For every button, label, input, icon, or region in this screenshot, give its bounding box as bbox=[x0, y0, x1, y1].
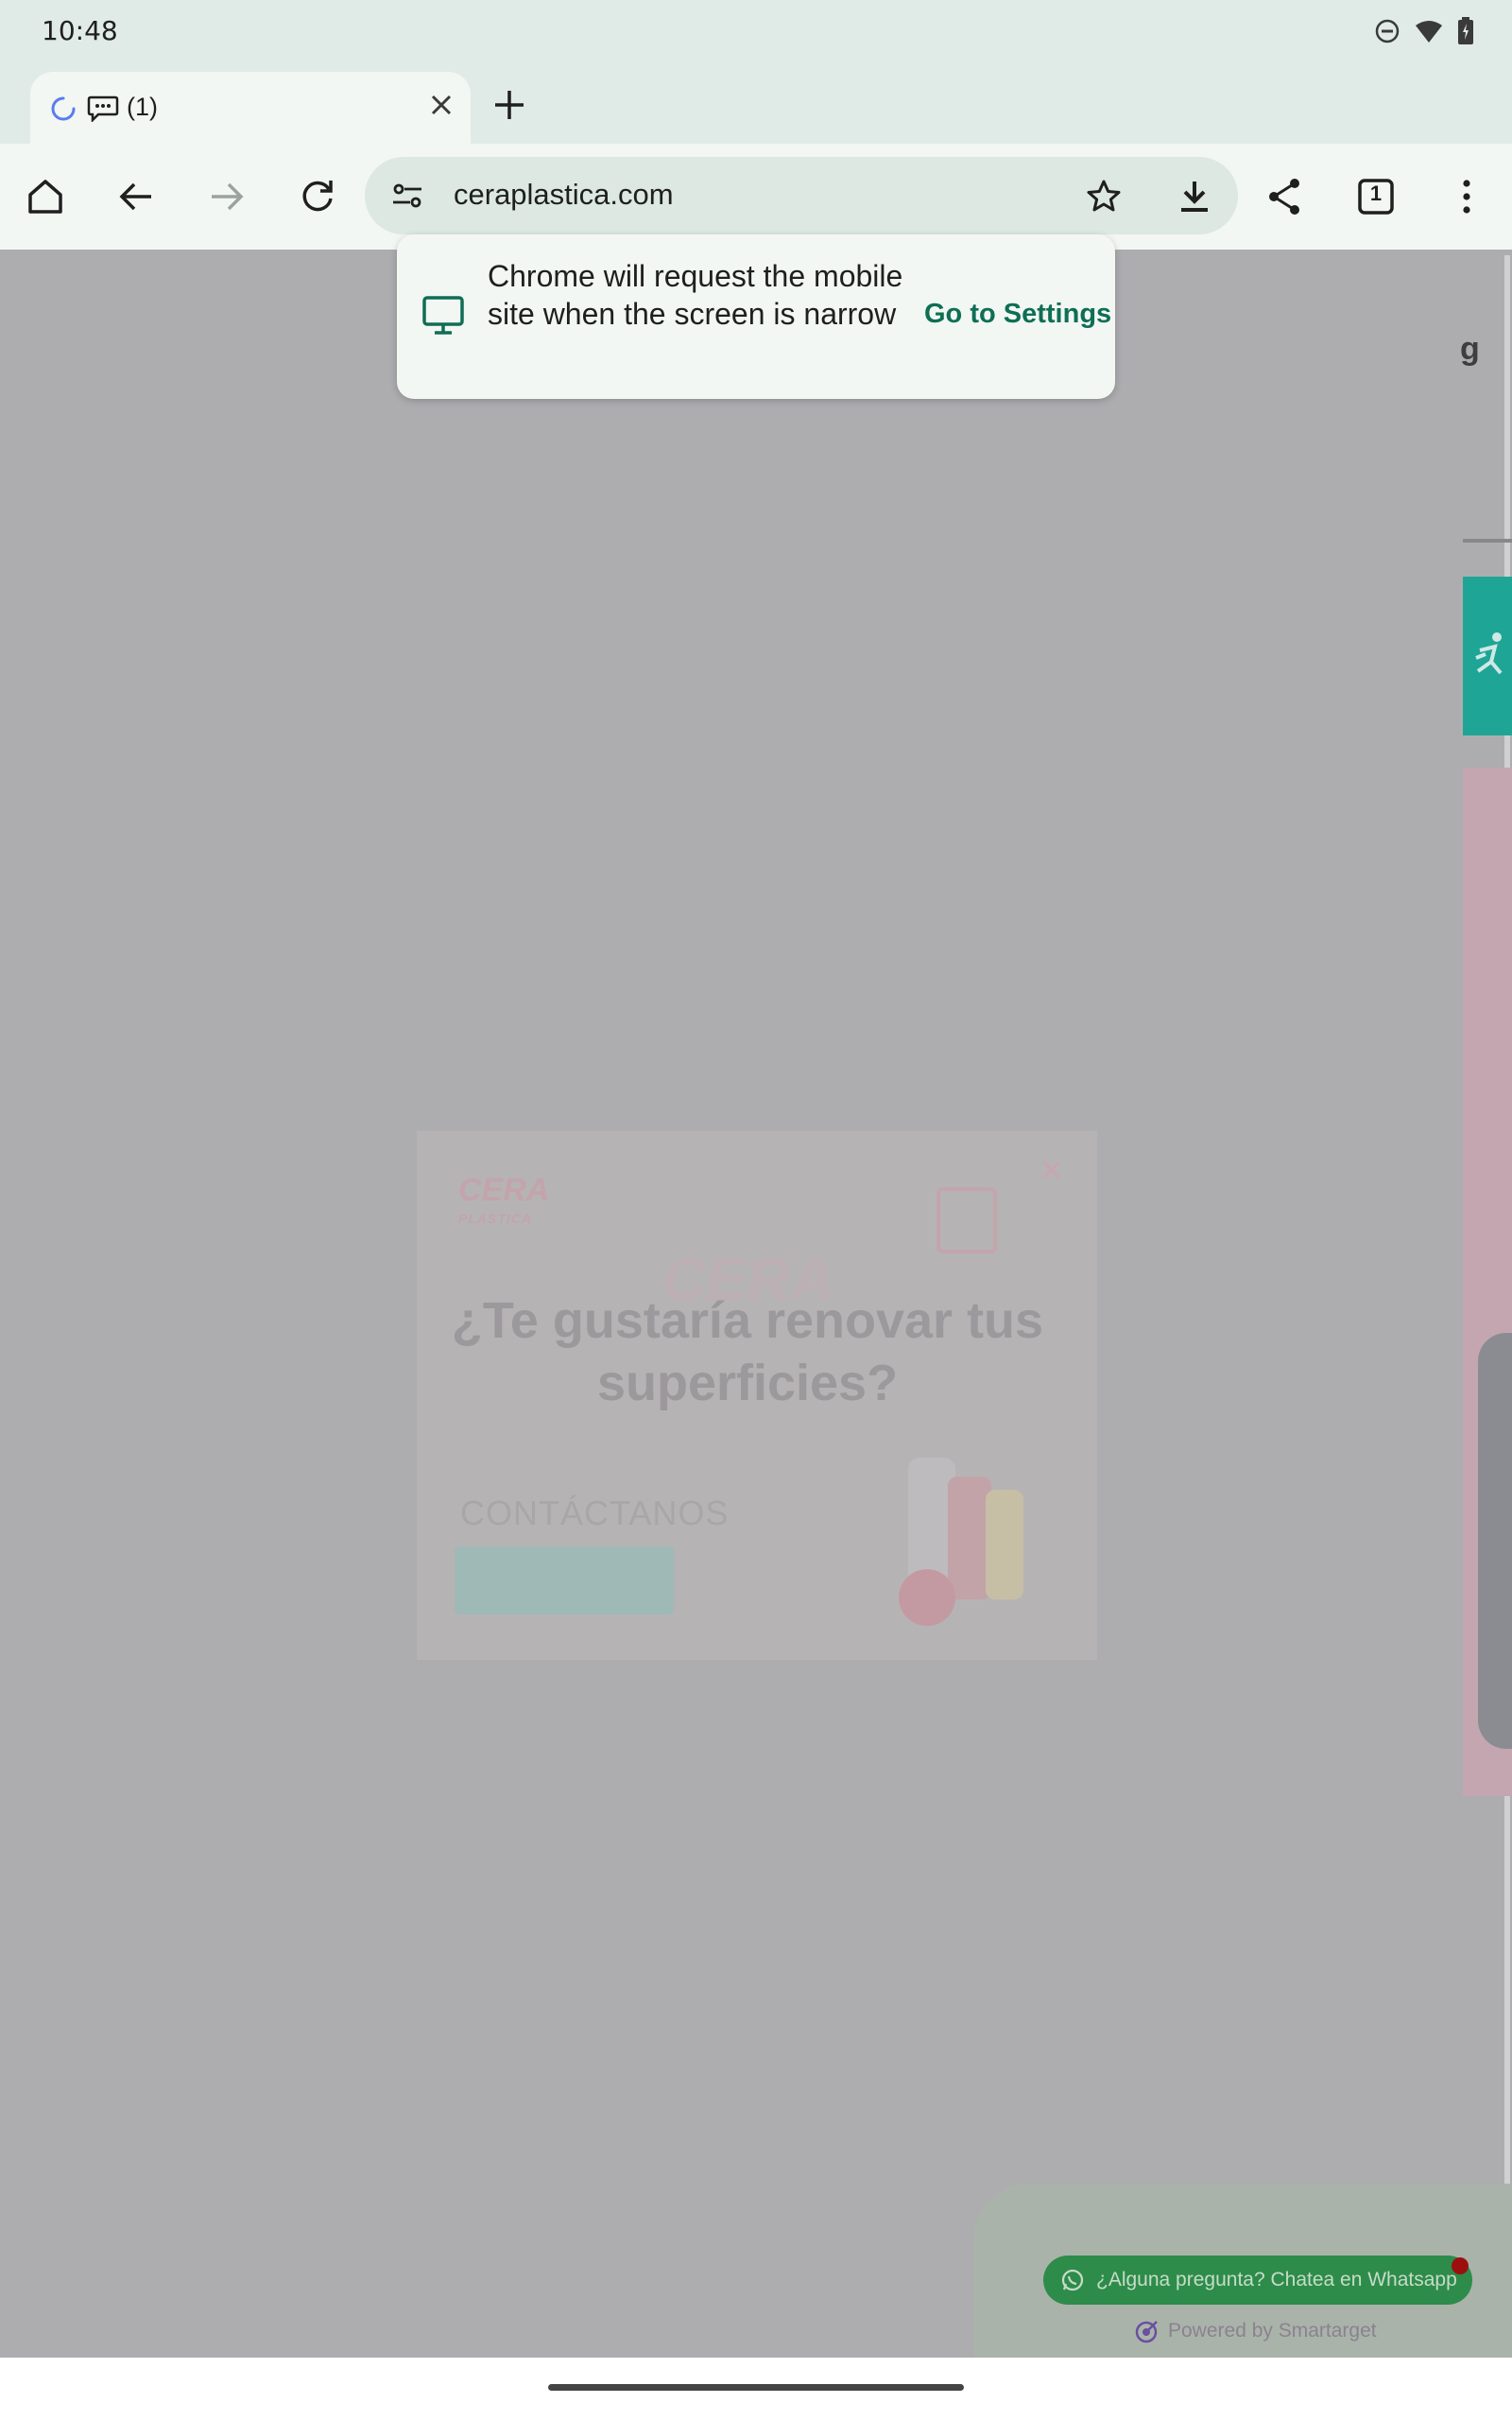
back-button[interactable] bbox=[112, 172, 161, 221]
bubble-message: Chrome will request the mobile site when… bbox=[488, 259, 903, 331]
tab-title: (1) bbox=[87, 93, 158, 122]
whatsapp-label: ¿Alguna pregunta? Chatea en Whatsapp bbox=[1096, 2269, 1457, 2290]
popup-logo-main: CERA bbox=[458, 1172, 550, 1208]
tab-title-text: (1) bbox=[127, 93, 158, 121]
share-icon bbox=[1269, 179, 1299, 215]
partial-text: g bbox=[1460, 331, 1480, 367]
tab-switcher-button[interactable]: 1 bbox=[1351, 172, 1400, 221]
url-text[interactable]: ceraplastica.com bbox=[454, 178, 674, 212]
arrow-left-icon bbox=[119, 182, 151, 211]
chat-bubble-icon bbox=[87, 95, 119, 122]
wifi-icon bbox=[1416, 21, 1442, 43]
reload-icon bbox=[302, 181, 333, 212]
powered-by[interactable]: Powered by Smartarget bbox=[1134, 2318, 1377, 2344]
omnibox[interactable]: ceraplastica.com bbox=[365, 157, 1238, 234]
loading-spinner-icon bbox=[51, 96, 76, 121]
share-button[interactable] bbox=[1261, 172, 1310, 221]
bookmark-star-icon[interactable] bbox=[1085, 178, 1123, 216]
tab-count: 1 bbox=[1369, 182, 1383, 205]
smartarget-logo-icon bbox=[1135, 2321, 1158, 2343]
accessibility-icon bbox=[1475, 632, 1503, 675]
popup-heading: ¿Te gustaría renovar tus superficies? bbox=[451, 1292, 1044, 1411]
accessibility-tab[interactable] bbox=[1463, 577, 1512, 735]
tab-strip: (1) bbox=[0, 68, 1512, 144]
popup-logo: CERA PLASTICA bbox=[458, 1174, 549, 1233]
do-not-disturb-icon bbox=[1375, 19, 1400, 43]
powered-by-text: Powered by Smartarget bbox=[1168, 2320, 1377, 2342]
close-icon[interactable] bbox=[427, 91, 455, 119]
status-time: 10:48 bbox=[42, 15, 118, 46]
gesture-nav-bar bbox=[0, 2358, 1512, 2420]
battery-icon bbox=[1458, 17, 1473, 44]
popup-brand-badge bbox=[936, 1187, 997, 1253]
popup-contact-button[interactable] bbox=[455, 1547, 674, 1615]
arrow-right-icon bbox=[212, 182, 244, 211]
go-to-settings-link[interactable]: Go to Settings bbox=[924, 299, 1111, 330]
tab-active[interactable]: (1) bbox=[30, 72, 471, 144]
home-gesture-handle[interactable] bbox=[548, 2384, 964, 2391]
more-vert-icon bbox=[1463, 180, 1470, 214]
edge-divider bbox=[1463, 539, 1512, 543]
popup-close-button[interactable]: × bbox=[1040, 1150, 1062, 1192]
promo-popup: CERA CERA PLASTICA × ¿Te gustaría renova… bbox=[417, 1131, 1097, 1660]
download-icon[interactable] bbox=[1176, 178, 1213, 216]
popup-logo-sub: PLASTICA bbox=[458, 1211, 532, 1226]
whatsapp-icon bbox=[1061, 2269, 1084, 2291]
home-icon bbox=[28, 180, 62, 214]
status-bar: 10:48 bbox=[0, 0, 1512, 68]
forward-button[interactable] bbox=[202, 172, 251, 221]
whatsapp-chat-button[interactable]: ¿Alguna pregunta? Chatea en Whatsapp bbox=[1043, 2256, 1472, 2305]
menu-button[interactable] bbox=[1442, 172, 1491, 221]
new-tab-icon[interactable] bbox=[490, 85, 529, 125]
reload-button[interactable] bbox=[293, 172, 342, 221]
desktop-monitor-icon bbox=[422, 296, 464, 335]
page-image-edge bbox=[1478, 1333, 1512, 1749]
popup-contact-label: CONTÁCTANOS bbox=[460, 1494, 730, 1532]
status-icons bbox=[1374, 17, 1474, 45]
product-bottles-image bbox=[899, 1458, 1023, 1626]
mobile-site-bubble: Chrome will request the mobile site when… bbox=[397, 234, 1115, 399]
home-button[interactable] bbox=[21, 172, 70, 221]
site-settings-icon[interactable] bbox=[391, 180, 425, 212]
notification-dot bbox=[1452, 2257, 1469, 2274]
page-right-edge bbox=[1463, 539, 1512, 1796]
